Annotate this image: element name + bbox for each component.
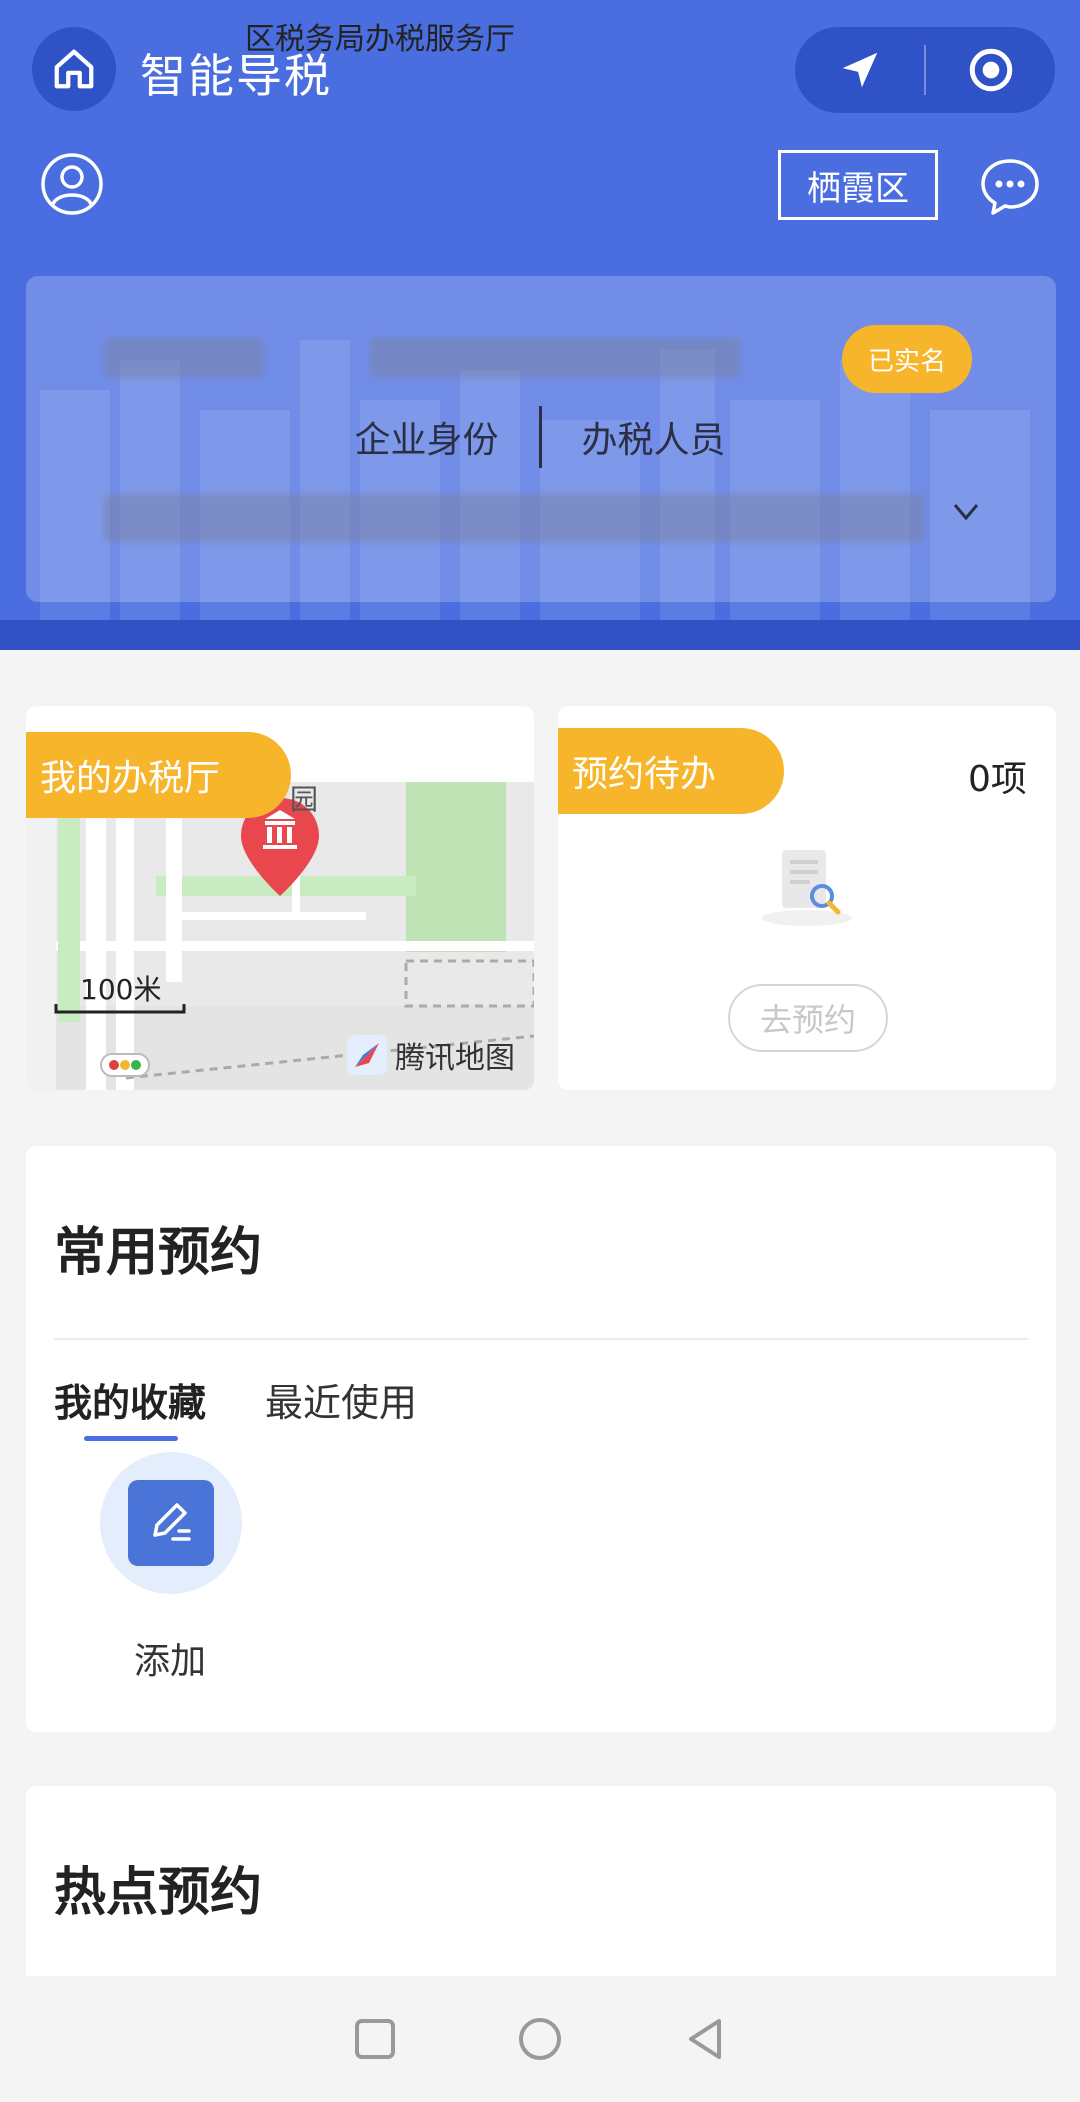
add-label: 添加: [134, 1641, 207, 1682]
back-triangle-icon[interactable]: [683, 2017, 727, 2061]
chevron-down-icon[interactable]: [952, 500, 980, 524]
tab-favorites[interactable]: 我的收藏: [54, 1372, 206, 1427]
todo-count: 0项: [968, 759, 1027, 800]
verified-badge: 已实名: [842, 325, 972, 393]
my-tax-hall-tag: 我的办税厅: [26, 732, 291, 818]
redacted-user-name: [104, 338, 264, 378]
redacted-id-number: [370, 338, 740, 378]
add-favorite-button[interactable]: [100, 1452, 242, 1594]
close-target-button[interactable]: [926, 27, 1055, 113]
active-tab-indicator: [84, 1436, 178, 1441]
edit-pen-icon: [153, 1503, 191, 1541]
home-button[interactable]: [32, 27, 116, 111]
role-row: 企业身份 办税人员: [0, 405, 1080, 469]
navigate-button[interactable]: [795, 27, 924, 113]
tax-hall-name: 区税务局办税服务厅: [245, 22, 515, 57]
home-icon: [54, 49, 94, 89]
map-scale-label: 100米: [80, 973, 162, 1006]
taxpayer-role-label: 办税人员: [581, 420, 726, 461]
recent-apps-square-icon[interactable]: [353, 2017, 397, 2061]
tab-recently-used[interactable]: 最近使用: [265, 1372, 417, 1427]
mini-program-capsule: [795, 27, 1055, 113]
empty-search-icon: [762, 850, 852, 926]
section-divider: [54, 1338, 1028, 1340]
home-circle-icon[interactable]: [517, 2016, 563, 2062]
identity-type-label: 企业身份: [354, 420, 499, 461]
target-icon: [969, 48, 1012, 92]
appointment-todo-tag: 预约待办: [558, 728, 784, 814]
common-appointments-title: 常用预约: [54, 1223, 263, 1283]
hot-appointments-title: 热点预约: [54, 1863, 263, 1923]
redacted-company-name[interactable]: [104, 494, 924, 542]
add-square: [128, 1480, 214, 1566]
map-park-label: 园: [290, 783, 319, 816]
user-icon[interactable]: [40, 152, 104, 216]
go-book-button[interactable]: 去预约: [728, 984, 888, 1052]
system-navigation-bar: [0, 1976, 1080, 2102]
tencent-map-logo: 腾讯地图: [345, 1033, 515, 1077]
district-selector-button[interactable]: 栖霞区: [778, 150, 938, 220]
navigation-arrow-icon: [842, 52, 877, 88]
chat-bubble-icon[interactable]: [978, 155, 1042, 219]
role-divider: [538, 406, 542, 468]
map-provider-label: 腾讯地图: [395, 1041, 515, 1076]
tencent-map-icon: [347, 1035, 387, 1075]
